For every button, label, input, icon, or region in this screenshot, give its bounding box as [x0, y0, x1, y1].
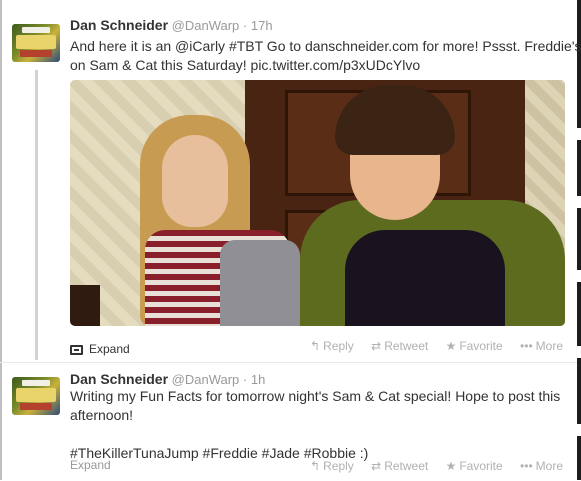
reply-label: Reply: [323, 339, 354, 353]
tweet-text-line: Writing my Fun Facts for tomorrow night'…: [70, 388, 561, 404]
ellipsis-icon: •••: [520, 459, 533, 473]
tweet-photo[interactable]: [70, 80, 565, 326]
retweet-button[interactable]: ⇄ Retweet: [371, 339, 428, 353]
favorite-label: Favorite: [459, 339, 503, 353]
separator-dot: ·: [242, 18, 248, 33]
more-button[interactable]: ••• More: [520, 459, 563, 473]
user-name[interactable]: Dan Schneider: [70, 371, 168, 387]
expand-label: Expand: [70, 458, 111, 472]
avatar[interactable]: [12, 377, 60, 415]
tweet-text: Writing my Fun Facts for tomorrow night'…: [70, 387, 570, 463]
reply-label: Reply: [323, 459, 354, 473]
expand-link[interactable]: Expand: [70, 342, 130, 356]
conversation-thread-line: [35, 70, 38, 360]
reply-arrow-icon: ↰: [310, 339, 321, 353]
photo-wall-frame: [70, 285, 100, 326]
retweet-label: Retweet: [384, 339, 429, 353]
tweet-header: Dan Schneider @DanWarp · 17h: [70, 17, 273, 33]
user-name[interactable]: Dan Schneider: [70, 17, 168, 33]
photo-girl-face: [162, 135, 228, 227]
tweet-timestamp[interactable]: 17h: [251, 18, 273, 33]
star-icon: ★: [445, 339, 457, 353]
tweet-text-line: afternoon!: [70, 407, 134, 423]
tweet-timestamp[interactable]: 1h: [251, 372, 265, 387]
media-photo-icon: [70, 345, 83, 355]
favorite-button[interactable]: ★ Favorite: [446, 339, 503, 353]
star-icon: ★: [445, 459, 457, 473]
tweet-item[interactable]: Dan Schneider @DanWarp · 1h Writing my F…: [0, 362, 577, 481]
tweet-header: Dan Schneider @DanWarp · 1h: [70, 371, 265, 387]
tweet-text-line: on Sam & Cat this Saturday! pic.twitter.…: [70, 57, 421, 73]
favorite-button[interactable]: ★ Favorite: [446, 459, 503, 473]
retweet-label: Retweet: [384, 459, 429, 473]
favorite-label: Favorite: [459, 459, 503, 473]
expand-label: Expand: [89, 342, 130, 356]
tweet-actions: ↰ Reply ⇄ Retweet ★ Favorite ••• More: [296, 339, 563, 353]
tweet-actions: ↰ Reply ⇄ Retweet ★ Favorite ••• More: [296, 459, 563, 473]
reply-button[interactable]: ↰ Reply: [310, 339, 354, 353]
avatar[interactable]: [12, 24, 60, 62]
reply-button[interactable]: ↰ Reply: [310, 459, 354, 473]
separator-dot: ·: [242, 372, 248, 387]
tweet-text-line: And here it is an @iCarly #TBT Go to dan…: [70, 38, 581, 54]
more-label: More: [535, 459, 563, 473]
expand-link[interactable]: Expand: [70, 458, 111, 472]
retweet-button[interactable]: ⇄ Retweet: [371, 459, 428, 473]
more-button[interactable]: ••• More: [520, 339, 563, 353]
tweet-item[interactable]: Dan Schneider @DanWarp · 17h And here it…: [0, 0, 581, 360]
user-handle[interactable]: @DanWarp: [172, 372, 240, 387]
photo-girl-jacket: [220, 240, 300, 326]
reply-arrow-icon: ↰: [310, 459, 321, 473]
window-right-edge: [577, 0, 581, 480]
user-handle[interactable]: @DanWarp: [172, 18, 240, 33]
retweet-icon: ⇄: [371, 459, 382, 473]
retweet-icon: ⇄: [371, 339, 382, 353]
more-label: More: [535, 339, 563, 353]
tweet-text: And here it is an @iCarly #TBT Go to dan…: [70, 37, 581, 75]
photo-boy-robe: [345, 230, 505, 326]
ellipsis-icon: •••: [520, 339, 533, 353]
